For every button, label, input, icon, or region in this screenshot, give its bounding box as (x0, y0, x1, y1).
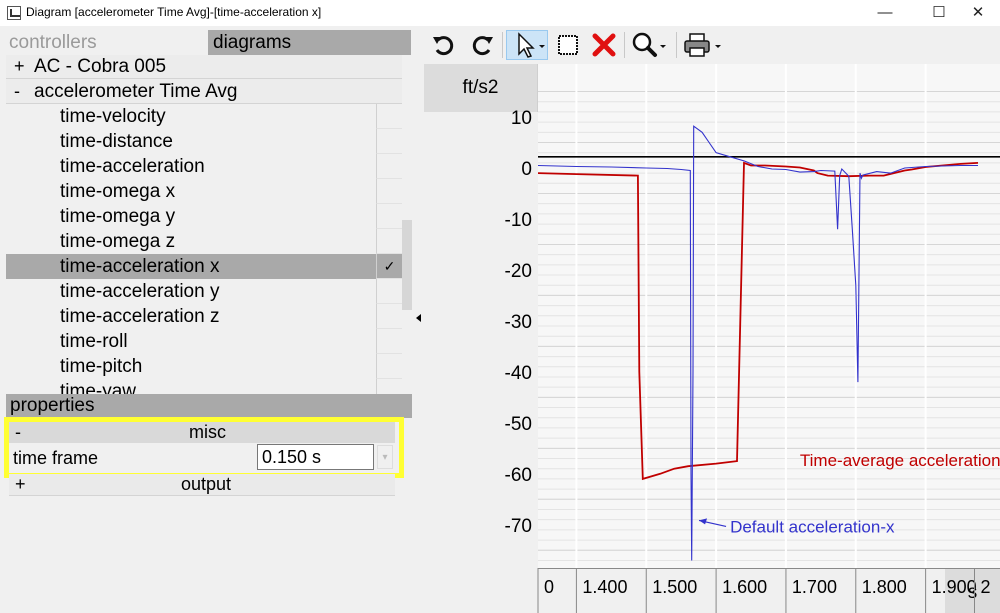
y-tick-label: -50 (505, 414, 532, 435)
x-tick-label: 1.900 (932, 577, 977, 597)
x-tick-label: 1.800 (862, 577, 907, 597)
series-line-default (538, 125, 978, 561)
x-tick-label: 1.500 (652, 577, 697, 597)
x-tick-label: 1.400 (582, 577, 627, 597)
y-tick-label: -10 (505, 210, 532, 231)
x-tick-label: 1.700 (792, 577, 837, 597)
y-tick-label: 10 (511, 108, 532, 129)
y-tick-label: -30 (505, 312, 532, 333)
y-tick-label: -70 (505, 516, 532, 537)
y-tick-label: -40 (505, 363, 532, 384)
y-tick-label: -20 (505, 261, 532, 282)
plot-group (538, 64, 1000, 568)
acceleration-chart: 10 0 -10 -20 -30 -40 -50 -60 -70 0 1.400 1.500 1.600… (505, 64, 1000, 613)
x-tick-label: 1.600 (722, 577, 767, 597)
x-tick-label: 2 (981, 577, 991, 597)
x-tick-label: 0 (544, 577, 554, 597)
annotation-label: Default acceleration-x (730, 517, 895, 536)
y-tick-label: 0 (521, 159, 532, 180)
annotation-label: Time-average acceleration-x (800, 451, 1000, 470)
series-line-time-average (538, 161, 979, 481)
y-tick-label: -60 (505, 465, 532, 486)
